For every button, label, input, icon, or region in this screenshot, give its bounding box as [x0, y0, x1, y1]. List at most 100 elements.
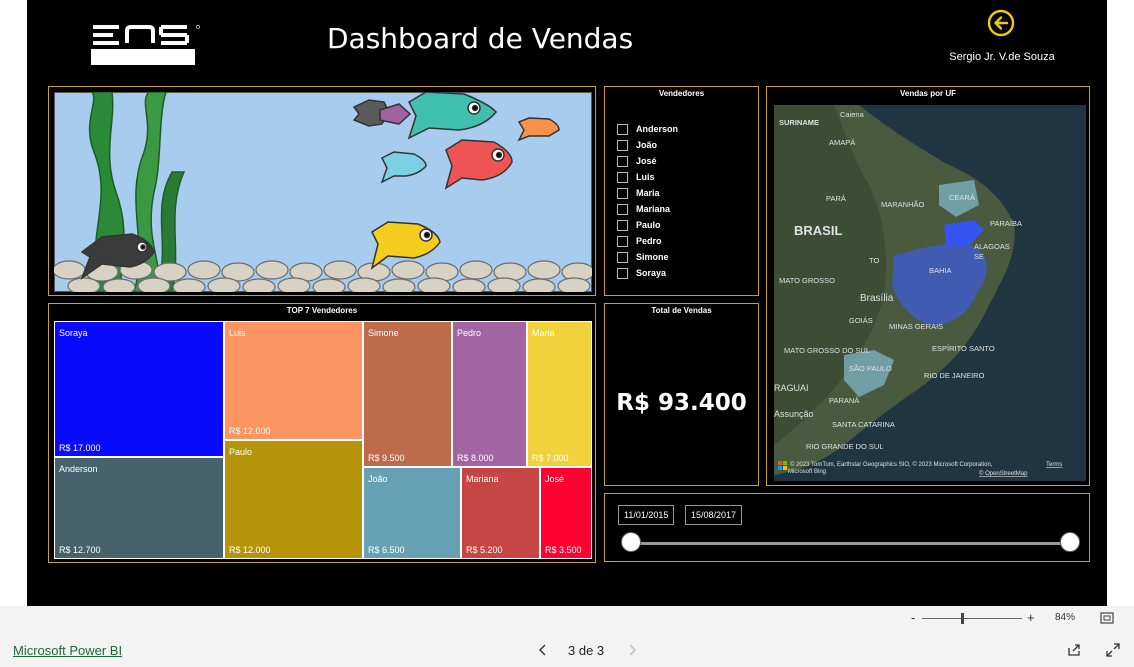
zoom-slider-handle[interactable] [961, 613, 964, 624]
bottom-bar: Microsoft Power BI 3 de 3 [0, 631, 1134, 667]
cell-value: R$ 8.000 [457, 453, 494, 463]
cell-value: R$ 12.700 [59, 545, 101, 555]
user-name: Sergio Jr. V.de Souza [949, 51, 1055, 63]
map-label: SÃO PAULO [849, 364, 892, 373]
checkbox[interactable] [617, 267, 628, 279]
map-label: SURINAME [779, 118, 819, 127]
checkbox[interactable] [617, 235, 628, 247]
treemap-cell-joao[interactable]: João R$ 6.500 [363, 467, 461, 559]
zoom-level: 84% [1055, 612, 1076, 623]
vendedor-item[interactable]: José [617, 153, 678, 169]
map-label: BRASIL [794, 223, 842, 238]
date-slider-track[interactable] [631, 542, 1071, 545]
checkbox[interactable] [617, 219, 628, 231]
map-label: RAGUAI [774, 383, 809, 393]
map-title: Vendas por UF [899, 89, 956, 98]
checkbox[interactable] [617, 139, 628, 151]
treemap-cell-jose[interactable]: José R$ 3.500 [540, 467, 592, 559]
vendedor-item[interactable]: Mariana [617, 201, 678, 217]
treemap-cell-mariana[interactable]: Mariana R$ 5.200 [461, 467, 540, 559]
fit-to-page-icon[interactable] [1100, 612, 1114, 624]
share-icon[interactable] [1067, 643, 1081, 657]
cell-name: João [368, 474, 388, 484]
treemap-cell-paulo[interactable]: Paulo R$ 12.000 [224, 440, 363, 559]
checkbox[interactable] [617, 187, 628, 199]
checkbox[interactable] [617, 251, 628, 263]
vendedor-item[interactable]: Anderson [617, 121, 678, 137]
fullscreen-icon[interactable] [1106, 643, 1120, 657]
arrow-left-circle-icon[interactable] [987, 9, 1015, 37]
total-vendas-card: Total de Vendas R$ 93.400 [604, 303, 759, 486]
treemap-cell-simone[interactable]: Simone R$ 9.500 [363, 321, 452, 467]
brazil-map[interactable]: Caiena SURINAME AMAPÁ PARÁ MARANHÃO CEAR… [774, 105, 1086, 481]
total-vendas-title: Total de Vendas [651, 306, 712, 315]
map-label: Brasília [860, 293, 894, 304]
treemap-title: TOP 7 Vendedores [286, 306, 358, 315]
map-label: MATO GROSSO DO SUL [784, 346, 870, 355]
cell-value: R$ 9.500 [368, 453, 405, 463]
treemap-cell-maria[interactable]: Maria R$ 7.000 [527, 321, 592, 467]
map-label: PARANÁ [829, 396, 859, 405]
start-date-input[interactable]: 11/01/2015 [618, 505, 675, 525]
zoom-in-button[interactable]: + [1027, 610, 1035, 625]
zoom-out-button[interactable]: - [911, 610, 915, 625]
checkbox[interactable] [617, 155, 628, 167]
vendedor-item[interactable]: Maria [617, 185, 678, 201]
map-label: MARANHÃO [881, 200, 925, 209]
map-label: PARÁ [826, 194, 846, 203]
date-range-slicer: 11/01/2015 15/08/2017 [604, 493, 1090, 562]
vendedor-item[interactable]: Luis [617, 169, 678, 185]
vendedor-label: Paulo [636, 220, 661, 230]
vendedor-label: Luis [636, 172, 655, 182]
map-label: GOIÁS [849, 316, 873, 325]
treemap-cell-luis[interactable]: Luis R$ 12.000 [224, 321, 363, 440]
vendedor-label: Soraya [636, 268, 667, 278]
map-bing-label: Microsoft Bing [788, 469, 826, 475]
cell-name: José [545, 474, 565, 484]
cell-value: R$ 17.000 [59, 443, 101, 453]
map-label: MATO GROSSO [779, 276, 835, 285]
vendedor-label: Anderson [636, 124, 679, 134]
treemap-cell-pedro[interactable]: Pedro R$ 8.000 [452, 321, 527, 467]
map-label: TO [869, 256, 879, 265]
map-osm-link: © OpenStreetMap [979, 470, 1028, 477]
zoom-slider-track[interactable] [922, 618, 1022, 619]
vendedores-list: Anderson João José Luis Maria Mariana Pa… [617, 121, 678, 281]
vendedor-item[interactable]: Paulo [617, 217, 678, 233]
chevron-right-icon[interactable] [627, 644, 637, 656]
chevron-left-icon[interactable] [538, 644, 548, 656]
map-label: ESPÍRITO SANTO [932, 344, 995, 353]
map-label: AMAPÁ [829, 138, 855, 147]
cell-value: R$ 7.000 [532, 453, 569, 463]
page-title: Dashboard de Vendas [327, 22, 634, 55]
map-label: CEARÁ [949, 193, 975, 202]
vendedor-item[interactable]: Pedro [617, 233, 678, 249]
vendedores-slicer-title: Vendedores [658, 89, 705, 98]
map-attribution: © 2023 TomTom, Earthstar Geographics SIO… [790, 461, 993, 468]
zoom-status-bar: - + 84% [0, 606, 1134, 632]
map-label: Assunção [774, 409, 814, 419]
power-bi-link[interactable]: Microsoft Power BI [13, 643, 122, 658]
vendedor-item[interactable]: Soraya [617, 265, 678, 281]
cell-name: Pedro [457, 328, 482, 338]
checkbox[interactable] [617, 171, 628, 183]
map-label: BAHIA [929, 266, 952, 275]
map-label: Caiena [840, 110, 865, 119]
cell-value: R$ 6.500 [368, 545, 405, 555]
vendedor-item[interactable]: João [617, 137, 678, 153]
end-date-input[interactable]: 15/08/2017 [685, 505, 743, 525]
treemap-cell-anderson[interactable]: Anderson R$ 12.700 [54, 457, 224, 559]
cell-name: Anderson [59, 464, 98, 474]
date-slider-start-handle[interactable] [621, 532, 641, 552]
vendedor-item[interactable]: Simone [617, 249, 678, 265]
cell-name: Maria [532, 328, 555, 338]
checkbox[interactable] [617, 123, 628, 135]
vendedor-label: Maria [636, 188, 660, 198]
checkbox[interactable] [617, 203, 628, 215]
treemap-cell-soraya[interactable]: Soraya R$ 17.000 [54, 321, 224, 457]
total-vendas-value: R$ 93.400 [616, 390, 747, 416]
top-vendedores-treemap-panel: TOP 7 Vendedores Soraya R$ 17.000 Anderso… [48, 303, 596, 563]
map-label: MINAS GERAIS [889, 322, 943, 331]
company-logo [91, 24, 200, 66]
date-slider-end-handle[interactable] [1060, 532, 1080, 552]
